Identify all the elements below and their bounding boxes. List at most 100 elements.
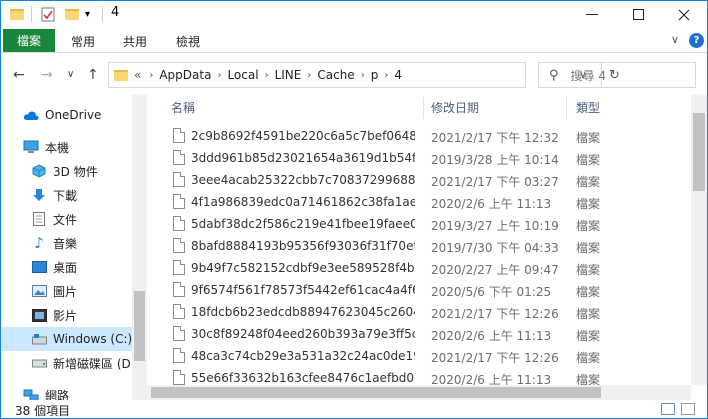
file-date: 2019/7/30 下午 04:33 [431,241,559,255]
breadcrumb-local[interactable]: Local [227,68,258,82]
customize-toolbar-chevron-icon[interactable]: ▾ [85,6,90,22]
column-header-name[interactable]: 名稱 [171,99,195,116]
file-row[interactable]: 2c9b8692f4591be220c6a5c7bef0648... 2021/2… [161,125,691,147]
details-view-icon[interactable] [661,403,675,415]
search-input[interactable]: 搜尋 4 [571,67,606,84]
back-arrow-icon[interactable]: ← [13,67,25,83]
file-type: 檔案 [576,285,601,299]
title-divider [102,6,103,22]
quick-access-divider [31,6,32,22]
sidebar-item-3d-objects[interactable]: 3D 物件 [1,159,147,183]
minimize-icon[interactable] [569,1,615,28]
chevron-right-icon[interactable]: › [361,70,365,81]
file-row[interactable]: 9b49f7c582152cdbf9e3ee589528f4bc... 2020/… [161,257,691,279]
file-row[interactable]: 30c8f89248f04eed260b393a79e3ff5c... 2020/… [161,323,691,345]
file-row[interactable]: 8bafd8884193b95356f93036f31f70ef... 2019/… [161,235,691,257]
sidebar-item-documents[interactable]: 文件 [1,207,147,231]
breadcrumb-cache[interactable]: Cache [317,68,354,82]
breadcrumb-overflow[interactable]: « [134,68,141,82]
breadcrumb-4[interactable]: 4 [394,68,402,82]
download-icon [31,187,47,203]
file-icon [173,370,185,385]
column-divider[interactable] [566,97,567,119]
file-name: 5dabf38dc2f586c219e41fbee19faee0... [191,217,415,231]
sidebar-item-label: 圖片 [53,284,78,299]
sidebar-item-label: OneDrive [45,108,102,122]
chevron-right-icon[interactable]: › [384,70,388,81]
chevron-right-icon[interactable]: › [265,70,269,81]
file-row[interactable]: 18fdcb6b23edcdb88947623045c2604... 2021/2… [161,301,691,323]
address-bar[interactable]: « › AppData › Local › LINE › Cache › p ›… [108,62,620,88]
tab-file[interactable]: 檔案 [3,29,55,52]
sidebar-item-this-pc[interactable]: 本機 [1,135,147,159]
sidebar-scrollbar-thumb[interactable] [134,291,145,361]
file-type: 檔案 [576,175,601,189]
breadcrumb-p[interactable]: p [371,68,379,82]
file-date: 2020/5/6 下午 01:25 [431,285,552,299]
close-icon[interactable] [661,1,707,28]
sidebar-item-desktop[interactable]: 桌面 [1,255,147,279]
sidebar-item-label: 網路 [45,388,70,401]
cloud-icon [23,107,39,123]
cube-icon [31,163,47,179]
file-icon [173,172,185,187]
expand-ribbon-chevron-icon[interactable]: ∨ [671,33,679,46]
file-row[interactable]: 48ca3c74cb29e3a531a32c24ac0de19... 2021/2… [161,345,691,367]
search-box[interactable]: ⚲ 搜尋 4 [538,62,696,88]
column-header-date[interactable]: 修改日期 [431,99,479,116]
chevron-right-icon[interactable]: › [217,70,221,81]
sort-ascending-icon: ^ [289,95,297,100]
column-divider[interactable] [423,97,424,119]
file-row[interactable]: 55e66f33632b163cfee8476c1aefbd08... 2020/… [161,367,691,385]
properties-icon[interactable] [41,6,55,22]
sidebar-item-onedrive[interactable]: OneDrive [1,103,147,127]
help-icon[interactable]: ? [689,33,704,48]
tab-home[interactable]: 常用 [71,33,95,50]
file-icon [173,326,185,341]
recent-locations-chevron-icon[interactable]: ∨ [67,69,74,80]
sidebar-item-label: 下載 [53,188,78,203]
sidebar-item-label: 本機 [45,140,70,155]
sidebar-item-downloads[interactable]: 下載 [1,183,147,207]
file-icon [173,216,185,231]
file-row[interactable]: 9f6574f561f78573f5442ef61cac4a4f6... 2020… [161,279,691,301]
file-date: 2020/2/6 上午 11:13 [431,197,552,211]
file-type: 檔案 [576,241,601,255]
computer-icon [23,139,39,155]
maximize-icon[interactable] [615,1,661,28]
column-header-type[interactable]: 類型 [576,99,600,116]
sidebar-item-network[interactable]: 網路 [1,383,147,400]
file-row[interactable]: 4f1a986839edc0a71461862c38fa1ae5... 2020/… [161,191,691,213]
sidebar-item-new-volume-d[interactable]: 新增磁碟區 (D: [1,351,147,375]
up-arrow-icon[interactable]: ↑ [87,67,99,83]
file-type: 檔案 [576,307,601,321]
file-row[interactable]: 3eee4acab25322cbb7c70837299688f... 2021/2… [161,169,691,191]
sidebar-item-videos[interactable]: 影片 [1,303,147,327]
chevron-right-icon[interactable]: › [307,70,311,81]
horizontal-scrollbar-thumb[interactable] [151,387,601,398]
file-name: 48ca3c74cb29e3a531a32c24ac0de19... [191,349,415,363]
forward-arrow-icon[interactable]: → [41,67,53,83]
tab-share[interactable]: 共用 [123,33,147,50]
file-row[interactable]: 5dabf38dc2f586c219e41fbee19faee0... 2019/… [161,213,691,235]
file-date: 2020/2/6 上午 11:13 [431,373,552,385]
sidebar-item-label: 文件 [53,212,78,227]
file-name: 3ddd961b85d23021654a3619d1b54f... [191,151,415,165]
file-type: 檔案 [576,153,601,167]
drive-icon [31,331,47,347]
sidebar-item-windows-c[interactable]: Windows (C:) [1,327,147,351]
desktop-icon [31,259,47,275]
folder-icon[interactable] [10,6,24,22]
vertical-scrollbar-thumb[interactable] [693,113,705,191]
sidebar-item-music[interactable]: ♪ 音樂 [1,231,147,255]
breadcrumb-appdata[interactable]: AppData [159,68,211,82]
sidebar-item-pictures[interactable]: 圖片 [1,279,147,303]
new-folder-icon[interactable] [65,6,79,22]
tab-view[interactable]: 檢視 [176,33,200,50]
breadcrumb-line[interactable]: LINE [275,68,302,82]
file-date: 2021/2/17 下午 12:32 [431,131,559,145]
large-icons-view-icon[interactable] [681,403,695,415]
file-type: 檔案 [576,373,601,385]
file-date: 2020/2/27 上午 09:47 [431,263,559,277]
file-row[interactable]: 3ddd961b85d23021654a3619d1b54f... 2019/3/… [161,147,691,169]
